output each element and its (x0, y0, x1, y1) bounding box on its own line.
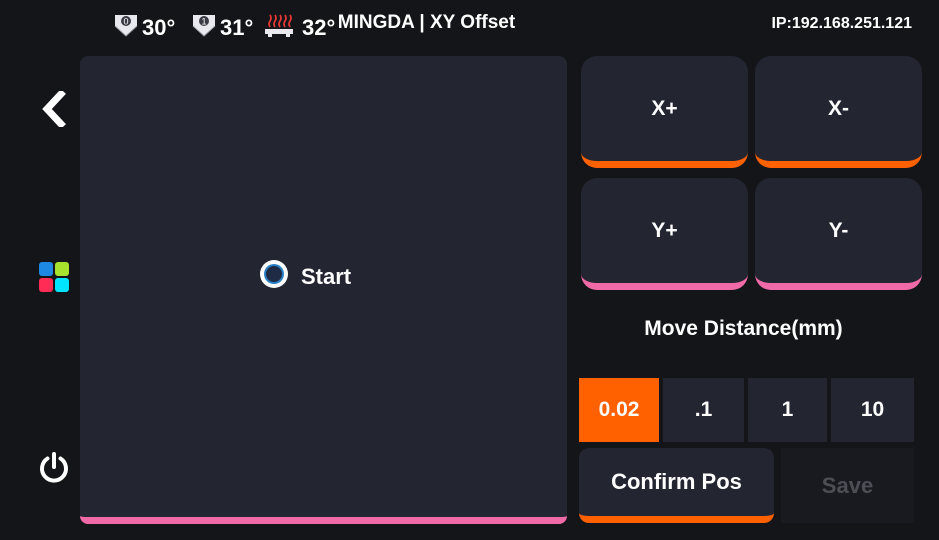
y-minus-button[interactable]: Y- (755, 178, 922, 290)
heated-bed-icon (264, 12, 294, 43)
radio-target-icon (258, 258, 290, 295)
back-arrow-icon (41, 88, 67, 132)
x-plus-button[interactable]: X+ (581, 56, 748, 168)
move-distance-label: Move Distance(mm) (644, 317, 843, 340)
back-button[interactable] (30, 87, 78, 135)
save-button[interactable]: Save (781, 448, 914, 523)
distance-option-1[interactable]: 1 (748, 378, 827, 442)
bed-status: 32° (264, 12, 335, 43)
calibration-panel: Start (80, 56, 567, 524)
distance-option-0-02[interactable]: 0.02 (579, 378, 659, 442)
y-plus-button[interactable]: Y+ (581, 178, 748, 290)
confirm-pos-button[interactable]: Confirm Pos (579, 448, 774, 523)
extruder-1-icon: 1 (191, 12, 217, 43)
extruder-1-temp: 31° (220, 14, 254, 40)
power-button[interactable] (30, 446, 78, 494)
apps-button[interactable] (30, 255, 78, 303)
extruder-0-badge: 0 (123, 17, 128, 27)
extruder-0-temp: 30° (142, 14, 176, 40)
extruder-1-status: 1 31° (191, 12, 253, 43)
extruder-0-status: 0 30° (113, 12, 175, 43)
distance-option-10[interactable]: 10 (831, 378, 914, 442)
bed-temp: 32° (302, 14, 336, 40)
x-minus-button[interactable]: X- (755, 56, 922, 168)
apps-grid-icon (38, 261, 70, 298)
page-title: MINGDA | XY Offset (337, 12, 516, 33)
power-icon (37, 451, 71, 490)
start-button[interactable]: Start (258, 258, 351, 295)
distance-option-0-1[interactable]: .1 (663, 378, 744, 442)
extruder-0-icon: 0 (113, 12, 139, 43)
extruder-1-badge: 1 (201, 17, 206, 27)
start-label: Start (301, 263, 352, 289)
ip-address: IP:192.168.251.121 (771, 15, 912, 32)
